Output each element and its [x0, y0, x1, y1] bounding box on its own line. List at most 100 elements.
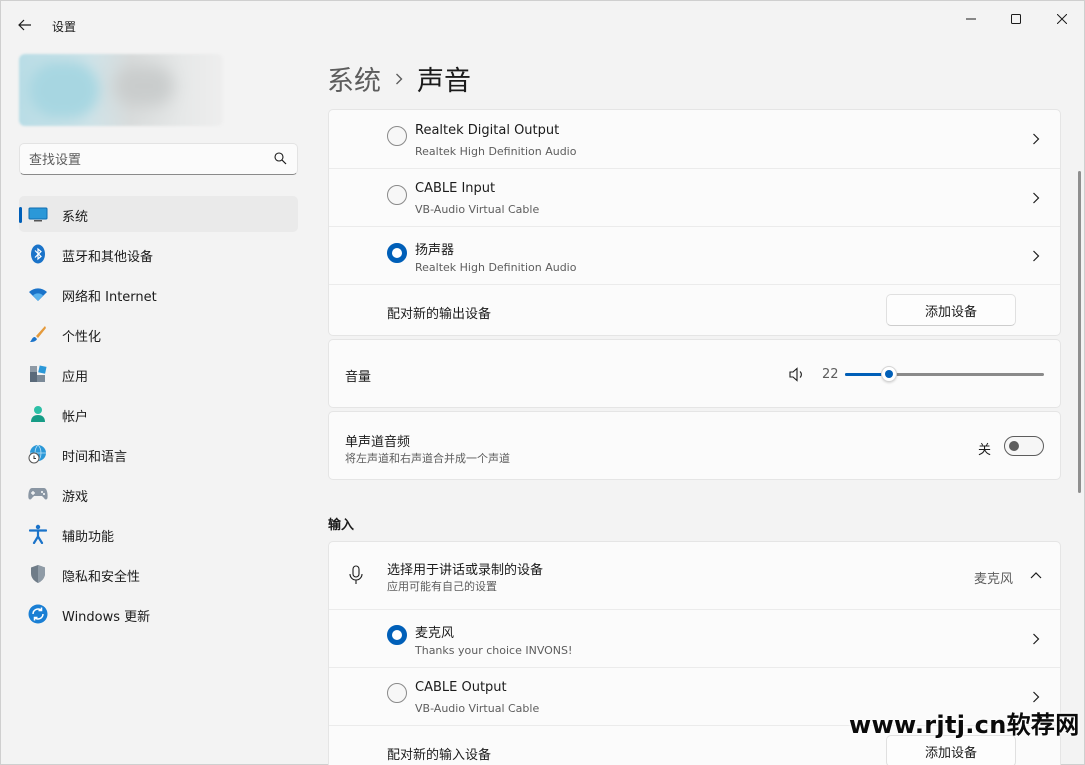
breadcrumb-chevron-icon	[395, 73, 403, 85]
output-device-row[interactable]: Realtek Digital Output Realtek High Defi…	[329, 110, 1060, 168]
device-driver: VB-Audio Virtual Cable	[415, 203, 540, 216]
sidebar-item-label: 应用	[62, 370, 89, 385]
back-arrow-icon	[18, 19, 31, 31]
volume-slider[interactable]	[845, 366, 1044, 382]
radio-button-selected[interactable]	[387, 243, 407, 263]
gamepad-icon	[28, 484, 48, 504]
radio-button[interactable]	[387, 185, 407, 205]
current-input-device: 麦克风	[974, 572, 1014, 587]
watermark-text: www.rjtj.cn软荐网	[849, 711, 1080, 739]
device-name: CABLE Input	[415, 181, 496, 196]
sidebar-item-accounts[interactable]: 帐户	[19, 396, 298, 432]
apps-icon	[28, 364, 48, 384]
wifi-icon	[28, 284, 48, 304]
sidebar-item-label: 系统	[62, 210, 89, 225]
user-profile-blurred[interactable]	[19, 54, 223, 126]
chevron-up-icon[interactable]	[1030, 571, 1042, 579]
pair-output-label: 配对新的输出设备	[387, 307, 492, 322]
device-name: Realtek Digital Output	[415, 123, 560, 138]
shield-icon	[28, 564, 48, 584]
output-device-row[interactable]: CABLE Input VB-Audio Virtual Cable	[329, 168, 1060, 226]
mono-audio-label: 单声道音频	[345, 435, 411, 450]
sidebar-item-label: Windows 更新	[62, 610, 151, 625]
accessibility-icon	[28, 524, 48, 544]
mono-audio-card: 单声道音频 将左声道和右声道合并成一个声道 关	[328, 411, 1061, 480]
chevron-right-icon[interactable]	[1032, 633, 1040, 645]
input-device-selector-header[interactable]: 选择用于讲话或录制的设备 应用可能有自己的设置 麦克风	[329, 542, 1060, 609]
sidebar-item-label: 网络和 Internet	[62, 290, 157, 305]
brush-icon	[28, 324, 48, 344]
update-icon	[28, 604, 48, 624]
sidebar-item-bluetooth[interactable]: 蓝牙和其他设备	[19, 236, 298, 272]
breadcrumb: 系统 声音	[327, 59, 471, 98]
sidebar-item-label: 帐户	[62, 410, 89, 425]
search-input[interactable]	[29, 150, 269, 170]
sidebar-item-network[interactable]: 网络和 Internet	[19, 276, 298, 312]
add-output-device-button[interactable]: 添加设备	[886, 294, 1016, 326]
account-icon	[28, 404, 48, 424]
sidebar-item-time-language[interactable]: 时间和语言	[19, 436, 298, 472]
sidebar-item-windows-update[interactable]: Windows 更新	[19, 596, 298, 632]
sidebar-nav: 系统 蓝牙和其他设备 网络和 Internet 个性化 应用 帐户 时间和语言 …	[19, 196, 298, 636]
app-title: 设置	[52, 20, 77, 34]
search-box[interactable]	[19, 143, 298, 175]
chevron-right-icon[interactable]	[1032, 133, 1040, 145]
pair-output-row: 配对新的输出设备 添加设备	[329, 284, 1060, 335]
device-driver: Realtek High Definition Audio	[415, 261, 577, 274]
device-name: 扬声器	[415, 243, 455, 258]
chevron-right-icon[interactable]	[1032, 192, 1040, 204]
sidebar-item-label: 隐私和安全性	[62, 570, 141, 585]
input-header-subtitle: 应用可能有自己的设置	[387, 580, 497, 593]
sidebar-item-apps[interactable]: 应用	[19, 356, 298, 392]
sidebar-item-accessibility[interactable]: 辅助功能	[19, 516, 298, 552]
search-icon[interactable]	[274, 152, 287, 165]
sidebar-item-label: 辅助功能	[62, 530, 115, 545]
sidebar-item-label: 个性化	[62, 330, 102, 345]
volume-value: 22	[822, 367, 839, 382]
device-name: CABLE Output	[415, 680, 507, 695]
back-button[interactable]	[11, 13, 39, 37]
device-driver: Thanks your choice INVONS!	[415, 644, 573, 657]
settings-window: 设置 系统 蓝牙和其他设备	[0, 0, 1085, 765]
volume-slider-thumb[interactable]	[881, 366, 897, 382]
sidebar-item-privacy[interactable]: 隐私和安全性	[19, 556, 298, 592]
radio-button[interactable]	[387, 126, 407, 146]
main-scrollbar[interactable]	[1078, 171, 1081, 493]
chevron-right-icon[interactable]	[1032, 250, 1040, 262]
sidebar-item-label: 蓝牙和其他设备	[62, 250, 154, 265]
input-device-row[interactable]: 麦克风 Thanks your choice INVONS!	[329, 609, 1060, 667]
maximize-icon	[1011, 14, 1021, 24]
device-driver: Realtek High Definition Audio	[415, 145, 577, 158]
device-driver: VB-Audio Virtual Cable	[415, 702, 540, 715]
breadcrumb-parent[interactable]: 系统	[327, 59, 381, 98]
device-name: 麦克风	[415, 626, 455, 641]
mono-audio-description: 将左声道和右声道合并成一个声道	[345, 452, 510, 465]
system-icon	[28, 204, 48, 224]
minimize-button[interactable]	[948, 7, 994, 31]
sidebar-item-personalization[interactable]: 个性化	[19, 316, 298, 352]
sidebar-item-label: 游戏	[62, 490, 89, 505]
mono-audio-state: 关	[978, 443, 992, 458]
output-devices-card: Realtek Digital Output Realtek High Defi…	[328, 109, 1061, 336]
speaker-icon[interactable]	[789, 367, 805, 382]
maximize-button[interactable]	[993, 7, 1039, 31]
title-bar: 设置	[1, 1, 1084, 49]
close-button[interactable]	[1039, 7, 1085, 31]
input-header-title: 选择用于讲话或录制的设备	[387, 563, 544, 578]
bluetooth-icon	[28, 244, 48, 264]
mono-audio-toggle[interactable]	[1004, 436, 1044, 456]
sidebar-item-system[interactable]: 系统	[19, 196, 298, 232]
sidebar-item-gaming[interactable]: 游戏	[19, 476, 298, 512]
toggle-knob	[1009, 441, 1019, 451]
sidebar-item-label: 时间和语言	[62, 450, 128, 465]
chevron-right-icon[interactable]	[1032, 691, 1040, 703]
output-device-row[interactable]: 扬声器 Realtek High Definition Audio	[329, 226, 1060, 284]
radio-button[interactable]	[387, 683, 407, 703]
page-title: 声音	[417, 66, 471, 97]
pair-input-label: 配对新的输入设备	[387, 748, 492, 763]
microphone-icon	[349, 565, 363, 584]
minimize-icon	[966, 18, 976, 20]
globe-clock-icon	[28, 444, 48, 464]
volume-label: 音量	[345, 370, 372, 385]
radio-button-selected[interactable]	[387, 625, 407, 645]
